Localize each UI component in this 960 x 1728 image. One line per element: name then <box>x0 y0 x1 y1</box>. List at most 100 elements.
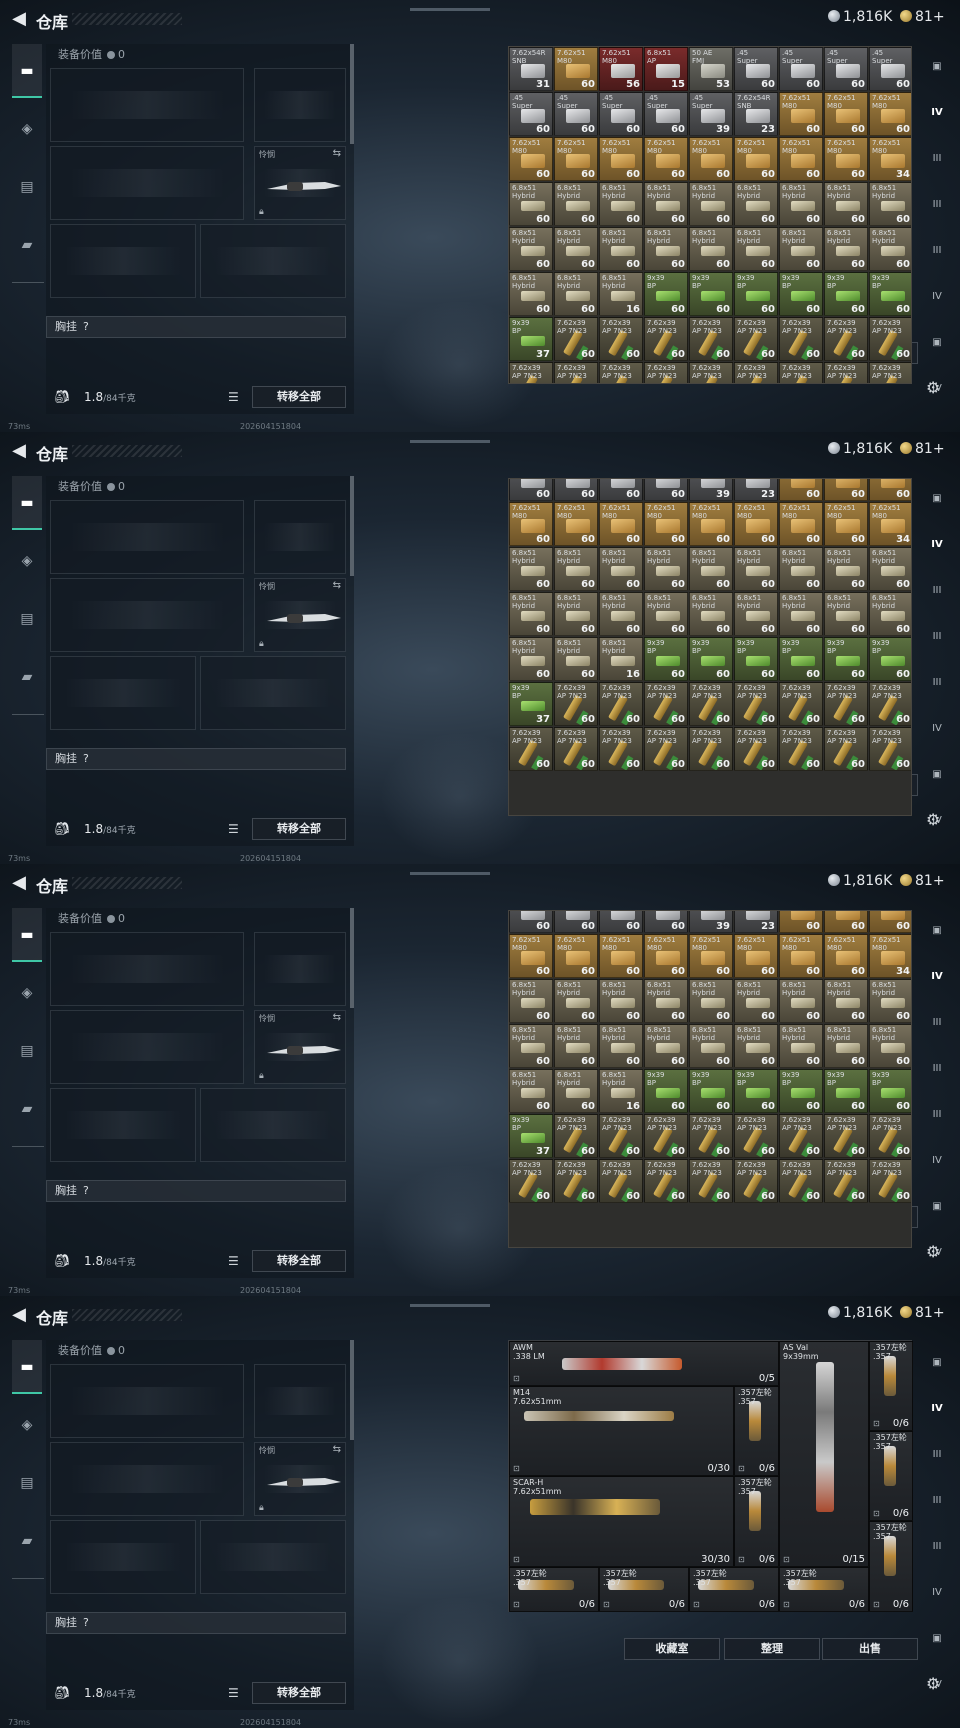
ammo-slot[interactable]: 7.62x51 M80 60 <box>689 502 733 546</box>
ammo-slot[interactable]: 7.62x39 AP 7N2360 <box>734 727 778 771</box>
settings-gear-icon[interactable]: ⚙ <box>926 810 940 829</box>
ammo-slot[interactable]: 7.62x51 M80 60 <box>599 502 643 546</box>
ammo-slot[interactable]: 7.62x39 AP 7N2360 <box>824 1159 868 1203</box>
ammo-slot[interactable]: 7.62x39 AP 7N2360 <box>599 317 643 361</box>
chest-rig-bar[interactable]: 胸挂? <box>46 1612 346 1634</box>
ammo-slot[interactable]: 7.62x39 AP 7N2360 <box>689 317 733 361</box>
ammo-slot[interactable]: 6.8x51 Hybrid 60 <box>734 227 778 271</box>
ammo-slot[interactable]: 9x39 BP 60 <box>824 1069 868 1113</box>
gold-currency[interactable]: 81+ <box>900 873 945 889</box>
ammo-slot[interactable]: 7.62x39 AP 7N2360 <box>734 362 778 383</box>
ammo-slot[interactable]: 60 <box>869 479 911 501</box>
ammo-slot[interactable]: 9x39 BP 60 <box>779 272 823 316</box>
help-icon[interactable]: ? <box>83 752 89 765</box>
ammo-slot[interactable]: 7.62x39 AP 7N2360 <box>689 727 733 771</box>
ammo-slot[interactable]: 7.62x39 AP 7N2360 <box>824 727 868 771</box>
helmet-icon[interactable]: ▣ <box>922 56 952 78</box>
ammo-slot[interactable]: 60 <box>644 911 688 933</box>
ammo-slot[interactable]: 6.8x51 Hybrid 60 <box>554 227 598 271</box>
ammo-slot[interactable]: 9x39 BP 37 <box>509 1114 553 1158</box>
ammo-slot[interactable]: 6.8x51 Hybrid 60 <box>644 979 688 1023</box>
ammo-slot[interactable]: 23 <box>734 911 778 933</box>
ammo-slot[interactable]: 6.8x51 Hybrid 60 <box>869 592 911 636</box>
ammo-slot[interactable]: 6.8x51 Hybrid 60 <box>644 182 688 226</box>
ammo-slot[interactable]: 7.62x39 AP 7N2360 <box>599 1159 643 1203</box>
ammo-slot[interactable]: 6.8x51 Hybrid 60 <box>509 547 553 591</box>
ammo-slot[interactable]: 7.62x51 M80 60 <box>554 47 598 91</box>
ammo-slot[interactable]: 6.8x51 Hybrid 60 <box>689 1024 733 1068</box>
weapon-slot-revolver[interactable]: .357左轮 .357 0/6 ⊡ <box>734 1386 779 1476</box>
weapon-slot-scar-h[interactable]: SCAR-H 7.62x51mm 30/30 ⊡ <box>509 1476 734 1567</box>
ammo-slot[interactable]: 39 <box>689 479 733 501</box>
chest-rig-bar[interactable]: 胸挂? <box>46 1180 346 1202</box>
ammo-slot[interactable]: 7.62x39 AP 7N2360 <box>599 362 643 383</box>
ammo-slot[interactable]: 6.8x51 Hybrid 60 <box>779 979 823 1023</box>
ammo-slot[interactable]: 9x39 BP 60 <box>824 637 868 681</box>
pistol-slot[interactable] <box>254 932 346 1006</box>
ammo-slot[interactable]: 6.8x51 Hybrid 60 <box>644 227 688 271</box>
transfer-all-button[interactable]: 转移全部 <box>252 1682 346 1704</box>
armor-slot[interactable] <box>200 224 346 298</box>
armor-slot[interactable] <box>200 656 346 730</box>
ammo-slot[interactable]: 9x39 BP 60 <box>644 1069 688 1113</box>
ammo-slot[interactable]: 6.8x51 Hybrid 60 <box>734 592 778 636</box>
ammo-slot[interactable]: 60 <box>509 911 553 933</box>
ammo-slot[interactable]: 6.8x51 Hybrid 60 <box>824 1024 868 1068</box>
ammo-slot[interactable]: 9x39 BP 60 <box>824 272 868 316</box>
ammo-slot[interactable]: 7.62x39 AP 7N2360 <box>869 1114 911 1158</box>
ammo-slot[interactable]: 7.62x39 AP 7N2360 <box>734 1159 778 1203</box>
ammo-slot[interactable]: 7.62x39 AP 7N2360 <box>689 682 733 726</box>
ammo-slot[interactable]: .45 Super 60 <box>509 92 553 136</box>
melee-slot[interactable]: 怜悯 ⇆ 🔒︎ <box>254 578 346 652</box>
camera-icon[interactable]: ▣ <box>922 764 952 786</box>
gold-currency[interactable]: 81+ <box>900 1305 945 1321</box>
ammo-slot[interactable]: 7.62x39 AP 7N2360 <box>554 1159 598 1203</box>
ammo-slot[interactable]: 6.8x51 Hybrid 60 <box>779 1024 823 1068</box>
ammo-slot[interactable]: 9x39 BP 60 <box>869 637 911 681</box>
ammo-slot[interactable]: 9x39 BP 60 <box>869 272 911 316</box>
ammo-slot[interactable]: 6.8x51 Hybrid 60 <box>509 592 553 636</box>
ammo-slot[interactable]: 6.8x51 Hybrid 16 <box>599 637 643 681</box>
camera-icon[interactable]: ▣ <box>922 1196 952 1218</box>
ammo-slot[interactable]: 7.62x39 AP 7N2360 <box>554 727 598 771</box>
ammo-slot[interactable]: 6.8x51 Hybrid 60 <box>869 1024 911 1068</box>
primary-weapon-slot[interactable] <box>50 1364 244 1438</box>
ammo-slot[interactable]: .45 Super 60 <box>869 47 911 91</box>
weapon-slot-revolver[interactable]: .357左轮 .357 0/6 ⊡ <box>734 1476 779 1567</box>
ammo-slot[interactable]: 7.62x39 AP 7N2360 <box>644 317 688 361</box>
ammo-slot[interactable]: .45 Super 60 <box>734 47 778 91</box>
ammo-slot[interactable]: 7.62x51 M80 60 <box>644 137 688 181</box>
ammo-slot[interactable]: 6.8x51 Hybrid 60 <box>734 979 778 1023</box>
backpack-icon[interactable]: ▤ <box>12 592 42 646</box>
ammo-slot[interactable]: 6.8x51 Hybrid 60 <box>824 227 868 271</box>
tier-III-tab[interactable]: III <box>922 1444 952 1466</box>
ammo-slot[interactable]: 6.8x51 Hybrid 60 <box>599 227 643 271</box>
melee-slot[interactable]: 怜悯 ⇆ 🔒︎ <box>254 146 346 220</box>
tier-III-tab[interactable]: III <box>922 1058 952 1080</box>
sell-button[interactable]: 出售 <box>822 1638 918 1660</box>
ammo-slot[interactable]: 6.8x51 Hybrid 60 <box>869 979 911 1023</box>
tier-IV-tab[interactable]: IV <box>922 966 952 988</box>
ammo-slot[interactable]: 7.62x54R SNB 31 <box>509 47 553 91</box>
ammo-slot[interactable]: 6.8x51 Hybrid 60 <box>779 227 823 271</box>
chest-rig-bar[interactable]: 胸挂? <box>46 316 346 338</box>
ammo-slot[interactable]: 7.62x51 M80 60 <box>644 934 688 978</box>
favorites-button[interactable]: 收藏室 <box>624 1638 720 1660</box>
ammo-slot[interactable]: 6.8x51 Hybrid 60 <box>869 182 911 226</box>
weapon-slot-as-val[interactable]: AS Val 9x39mm 0/15 ⊡ <box>779 1341 869 1567</box>
ammo-slot[interactable]: 7.62x51 M80 60 <box>779 502 823 546</box>
ammo-slot[interactable]: 7.62x39 AP 7N2360 <box>689 362 733 383</box>
ammo-slot[interactable]: 6.8x51 Hybrid 16 <box>599 272 643 316</box>
ammo-slot[interactable]: 7.62x39 AP 7N2360 <box>734 682 778 726</box>
ammo-slot[interactable]: 7.62x51 M80 60 <box>734 934 778 978</box>
settings-gear-icon[interactable]: ⚙ <box>926 1242 940 1261</box>
swap-icon[interactable]: ⇆ <box>333 1444 341 1455</box>
gold-currency[interactable]: 81+ <box>900 441 945 457</box>
back-icon[interactable]: ◀ <box>8 1304 30 1326</box>
ammo-slot[interactable]: 39 <box>689 911 733 933</box>
tier-IV-tab[interactable]: IV <box>922 718 952 740</box>
ammo-slot[interactable]: 6.8x51 Hybrid 60 <box>554 979 598 1023</box>
ammo-slot[interactable]: 6.8x51 Hybrid 60 <box>869 547 911 591</box>
ammo-slot[interactable]: .45 Super 60 <box>779 47 823 91</box>
pistol-slot[interactable] <box>254 500 346 574</box>
